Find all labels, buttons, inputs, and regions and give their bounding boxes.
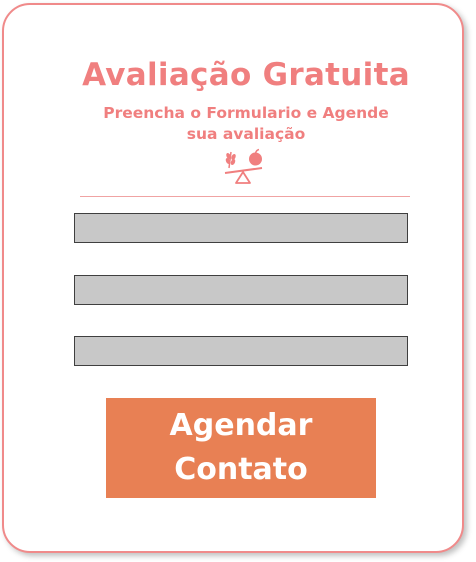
form-subtitle-line-1: Preencha o Formulario e Agende (103, 104, 389, 122)
schedule-contact-button[interactable]: Agendar Contato (106, 398, 376, 498)
email-field[interactable] (74, 275, 408, 305)
wheat-apple-scale-icon (224, 148, 263, 184)
name-field[interactable] (74, 213, 408, 243)
form-subtitle-line-2: sua avaliação (186, 125, 306, 143)
form-subtitle: Preencha o Formulario e Agende sua avali… (4, 103, 476, 145)
form-title: Avaliação Gratuita (82, 57, 410, 93)
schedule-contact-button-line-1: Agendar (169, 408, 313, 443)
schedule-contact-button-line-2: Contato (174, 452, 308, 487)
phone-field[interactable] (74, 336, 408, 366)
divider-line (80, 196, 410, 197)
